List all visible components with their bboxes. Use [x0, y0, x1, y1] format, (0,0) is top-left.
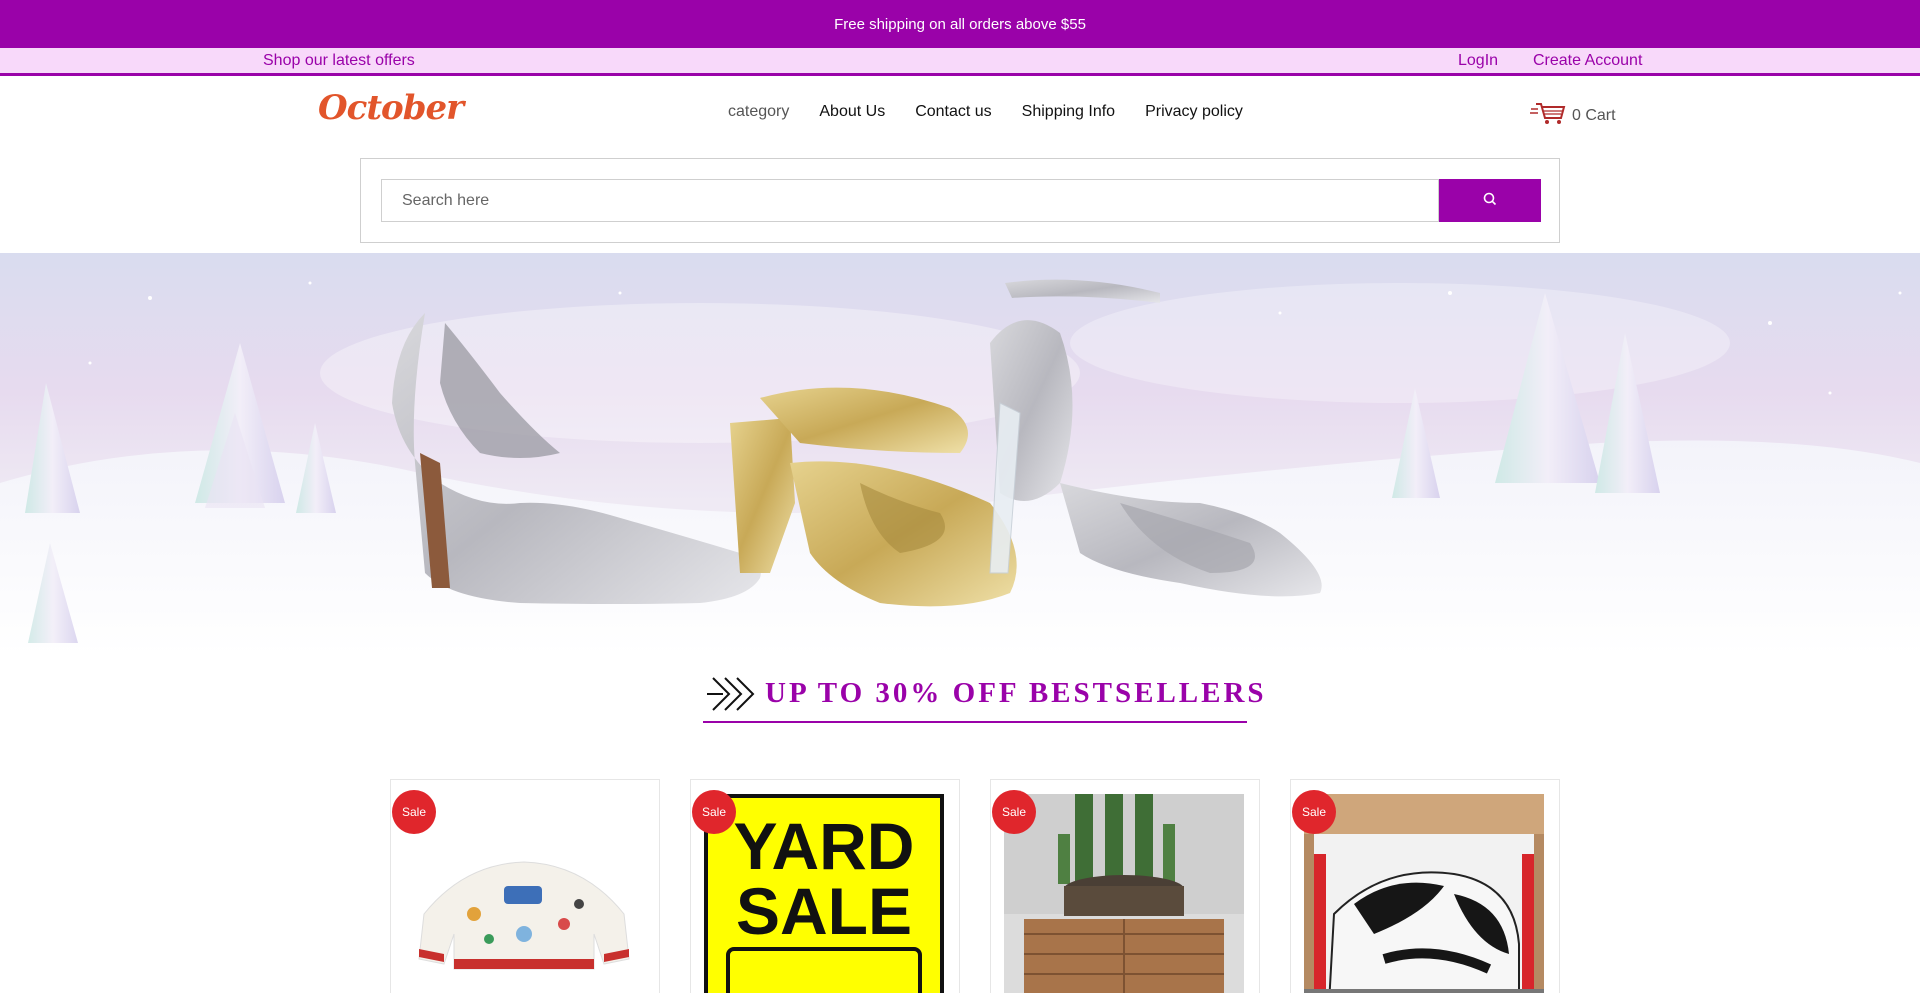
- create-account-link[interactable]: Create Account: [1533, 52, 1642, 70]
- promo-heading: UP TO 30% OFF BESTSELLERS: [703, 668, 1264, 723]
- product-card[interactable]: Sale: [390, 779, 660, 993]
- nav-contact-us[interactable]: Contact us: [915, 103, 991, 121]
- cart-label: 0 Cart: [1572, 106, 1616, 124]
- nav-category[interactable]: category: [728, 103, 789, 121]
- product-card[interactable]: Sale YARD SALE: [690, 779, 960, 993]
- nav-privacy-policy[interactable]: Privacy policy: [1145, 103, 1243, 121]
- product-card[interactable]: Sale: [1290, 779, 1560, 993]
- sale-badge: Sale: [392, 790, 436, 834]
- sale-badge: Sale: [1292, 790, 1336, 834]
- yard-text: YARD: [734, 809, 915, 883]
- login-link[interactable]: LogIn: [1458, 52, 1498, 70]
- offers-bar: Shop our latest offers LogIn Create Acco…: [0, 48, 1920, 76]
- shop-offers-link[interactable]: Shop our latest offers: [263, 52, 415, 70]
- sale-badge: Sale: [992, 790, 1036, 834]
- product-image[interactable]: [1004, 794, 1244, 993]
- double-chevron-right-icon: [705, 674, 763, 719]
- announcement-bar: Free shipping on all orders above $55: [0, 0, 1920, 48]
- search-button[interactable]: [1439, 179, 1541, 222]
- brand-logo[interactable]: October: [318, 88, 464, 128]
- search-icon: [1482, 191, 1498, 210]
- announcement-text: Free shipping on all orders above $55: [834, 15, 1086, 33]
- search-input[interactable]: [381, 179, 1439, 222]
- product-image[interactable]: YARD SALE: [704, 794, 944, 993]
- product-image[interactable]: [1304, 794, 1544, 993]
- sale-text: SALE: [736, 874, 912, 948]
- nav-shipping-info[interactable]: Shipping Info: [1022, 103, 1115, 121]
- promo-title: UP TO 30% OFF BESTSELLERS: [765, 677, 1267, 709]
- product-card[interactable]: Sale: [990, 779, 1260, 993]
- nav-about-us[interactable]: About Us: [819, 103, 885, 121]
- product-image[interactable]: [404, 794, 644, 993]
- cart-button[interactable]: 0 Cart: [1530, 100, 1616, 131]
- hero-banner[interactable]: [0, 253, 1920, 655]
- sale-badge: Sale: [692, 790, 736, 834]
- search-panel: [360, 158, 1560, 243]
- cart-icon: [1530, 100, 1566, 131]
- hero-image: [0, 279, 1920, 655]
- main-nav: category About Us Contact us Shipping In…: [728, 103, 1273, 121]
